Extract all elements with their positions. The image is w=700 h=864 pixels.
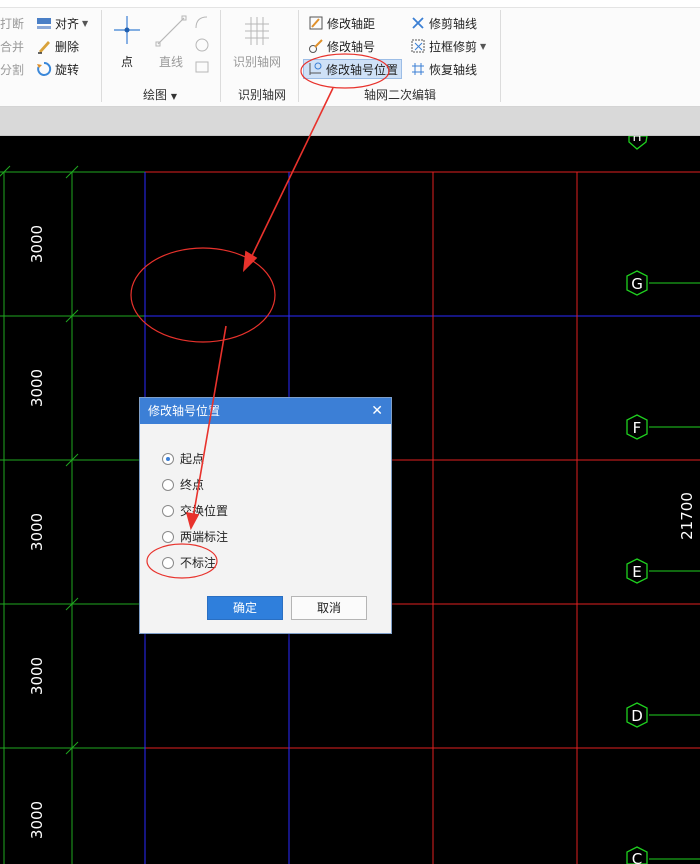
option-label: 终点: [180, 478, 205, 492]
axis-label: F: [633, 419, 642, 437]
align-icon: [36, 15, 52, 31]
radio-icon[interactable]: [162, 478, 174, 491]
dim-text: 3000: [28, 369, 46, 407]
document-tab-strip: [0, 107, 700, 136]
merge-tool[interactable]: 合并: [0, 37, 24, 55]
option-end-point[interactable]: 终点: [162, 476, 204, 493]
align-dropdown-icon[interactable]: ▼: [82, 19, 88, 28]
restore-axis-icon: [410, 61, 426, 77]
ribbon-separator: [298, 10, 299, 102]
draw-dropdown-icon: ▼: [170, 92, 177, 101]
box-trim-icon: [410, 38, 426, 54]
axis-label: C: [632, 850, 642, 864]
radio-icon[interactable]: [162, 556, 174, 569]
ribbon-separator: [500, 10, 501, 102]
rotate-label: 旋转: [55, 62, 80, 77]
axis-label: D: [631, 707, 643, 725]
align-label: 对齐: [55, 16, 80, 31]
modify-label-label: 修改轴号: [327, 39, 376, 54]
ribbon-separator: [101, 10, 102, 102]
draw-group-label[interactable]: 绘图 ▼: [120, 86, 200, 103]
option-label: 交换位置: [180, 504, 229, 518]
break-tool[interactable]: 打断: [0, 14, 24, 32]
point-icon: [114, 16, 140, 44]
delete-label: 删除: [55, 39, 80, 54]
cancel-button[interactable]: 取消: [291, 596, 367, 620]
line-icon: [155, 15, 187, 47]
rotate-icon: [36, 61, 52, 77]
split-tool[interactable]: 分割: [0, 60, 24, 78]
delete-tool[interactable]: 删除: [36, 37, 79, 55]
axis-label: G: [631, 275, 643, 293]
eraser-icon: [36, 38, 52, 54]
total-dim-text: 21700: [678, 492, 696, 540]
scissors-icon: [410, 15, 426, 31]
radio-icon[interactable]: [162, 530, 174, 543]
axis-label: E: [632, 563, 641, 581]
line-tool[interactable]: 直线: [154, 14, 188, 70]
modify-spacing-tool[interactable]: 修改轴距: [308, 14, 375, 32]
option-start-point[interactable]: 起点: [162, 450, 204, 467]
rotate-tool[interactable]: 旋转: [36, 60, 79, 78]
point-tool[interactable]: 点: [112, 14, 142, 70]
identify-group-label: 识别轴网: [237, 88, 286, 102]
option-no-label[interactable]: 不标注: [162, 554, 216, 571]
identify-grid-tool[interactable]: 识别轴网: [226, 14, 288, 70]
ok-button[interactable]: 确定: [207, 596, 283, 620]
box-trim-label: 拉框修剪: [429, 39, 478, 54]
option-label: 两端标注: [180, 530, 229, 544]
grid-icon: [245, 17, 269, 45]
point-label: 点: [120, 55, 133, 69]
close-icon[interactable]: ✕: [371, 398, 383, 424]
merge-label: 合并: [0, 39, 25, 54]
ribbon-toolbar: 打断 合并 分割 对齐 ▼ 删除 旋转 点 直线 绘图 ▼ 识别轴网 识别轴网 …: [0, 0, 700, 107]
radio-icon[interactable]: [162, 504, 174, 517]
secondary-edit-group-label: 轴网二次编辑: [363, 88, 436, 102]
dialog-title: 修改轴号位置: [148, 404, 221, 418]
split-label: 分割: [0, 62, 25, 77]
ribbon-top-border: [0, 0, 700, 8]
modify-label-tool[interactable]: 修改轴号: [308, 37, 375, 55]
modify-spacing-icon: [308, 15, 324, 31]
dim-text: 3000: [28, 225, 46, 263]
axis-label: H: [632, 136, 641, 144]
restore-axis-label: 恢复轴线: [429, 62, 478, 77]
align-tool[interactable]: 对齐 ▼: [36, 14, 88, 32]
identify-grid-label: 识别轴网: [232, 55, 281, 69]
dim-text: 3000: [28, 657, 46, 695]
modify-label-position-dialog: 修改轴号位置 ✕ 起点 终点 交换位置 两端标注 不标注 确定 取消: [139, 397, 392, 634]
dialog-titlebar[interactable]: 修改轴号位置 ✕: [140, 398, 391, 424]
arc-tools: [193, 14, 211, 79]
option-both-ends[interactable]: 两端标注: [162, 528, 228, 545]
trim-axis-tool[interactable]: 修剪轴线: [410, 14, 477, 32]
ribbon-separator: [220, 10, 221, 102]
line-label: 直线: [158, 55, 183, 69]
trim-axis-label: 修剪轴线: [429, 16, 478, 31]
option-swap-position[interactable]: 交换位置: [162, 502, 228, 519]
radio-selected-icon[interactable]: [162, 452, 174, 465]
modify-label-position-label: 修改轴号位置: [326, 62, 399, 77]
modify-spacing-label: 修改轴距: [327, 16, 376, 31]
box-trim-tool[interactable]: 拉框修剪 ▼: [410, 37, 486, 55]
modify-label-position-tool[interactable]: 修改轴号位置: [303, 59, 403, 79]
restore-axis-tool[interactable]: 恢复轴线: [410, 60, 477, 78]
arc-icons: [195, 16, 209, 73]
box-trim-dropdown-icon[interactable]: ▼: [480, 42, 486, 51]
modify-label-icon: [308, 38, 324, 54]
dim-text: 3000: [28, 801, 46, 839]
option-label: 不标注: [180, 556, 217, 570]
option-label: 起点: [180, 452, 205, 466]
break-label: 打断: [0, 16, 25, 31]
dim-text: 3000: [28, 513, 46, 551]
modify-label-position-icon: [307, 61, 323, 77]
